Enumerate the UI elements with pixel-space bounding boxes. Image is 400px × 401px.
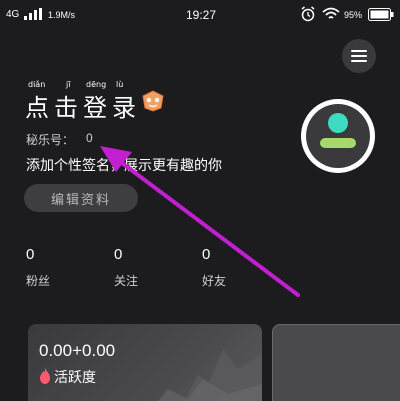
bio-text[interactable]: 添加个性签名，展示更有趣的你: [26, 155, 222, 175]
clock: 19:27: [186, 8, 217, 22]
stat-friends-label: 好友: [202, 274, 227, 288]
avatar-inner: [306, 104, 370, 168]
login-title[interactable]: 点击登录: [25, 88, 141, 123]
status-bar: 4G 1.9M/s 19:27 95%: [0, 0, 400, 30]
edit-profile-button[interactable]: 编辑资料: [24, 184, 138, 212]
stat-following-label: 关注: [114, 274, 139, 288]
stat-friends-value: 0: [202, 246, 211, 263]
stat-following-value: 0: [114, 246, 123, 263]
wifi-icon: [322, 7, 340, 19]
stat-following[interactable]: 0 关注: [114, 246, 138, 289]
activity-label: 活跃度: [54, 370, 96, 386]
network-type: 4G: [6, 9, 20, 20]
stat-fans-label: 粉丝: [26, 274, 51, 288]
activity-value: 0.00+0.00: [39, 341, 116, 360]
edit-profile-label: 编辑资料: [50, 193, 111, 208]
account-id-value: 0: [86, 131, 93, 145]
hamburger-menu-icon: [351, 50, 367, 62]
card-background-art: [158, 349, 262, 401]
stat-friends[interactable]: 0 好友: [202, 246, 226, 289]
level-badge-icon: [142, 90, 164, 112]
battery-percent: 95%: [344, 10, 363, 20]
stat-fans-value: 0: [26, 246, 35, 263]
avatar[interactable]: [301, 99, 375, 173]
secondary-card[interactable]: [272, 324, 400, 401]
stat-fans[interactable]: 0 粉丝: [26, 246, 50, 289]
activity-card[interactable]: 0.00+0.00 活跃度: [28, 324, 262, 401]
signal-icon: [24, 8, 42, 20]
flame-icon: [40, 368, 50, 384]
alarm-icon: [301, 6, 315, 22]
account-id-label: 秘乐号：: [26, 133, 75, 147]
network-speed: 1.9M/s: [48, 10, 76, 20]
menu-button[interactable]: [342, 39, 376, 73]
default-avatar-icon: [320, 113, 356, 148]
battery-icon: [368, 8, 394, 21]
